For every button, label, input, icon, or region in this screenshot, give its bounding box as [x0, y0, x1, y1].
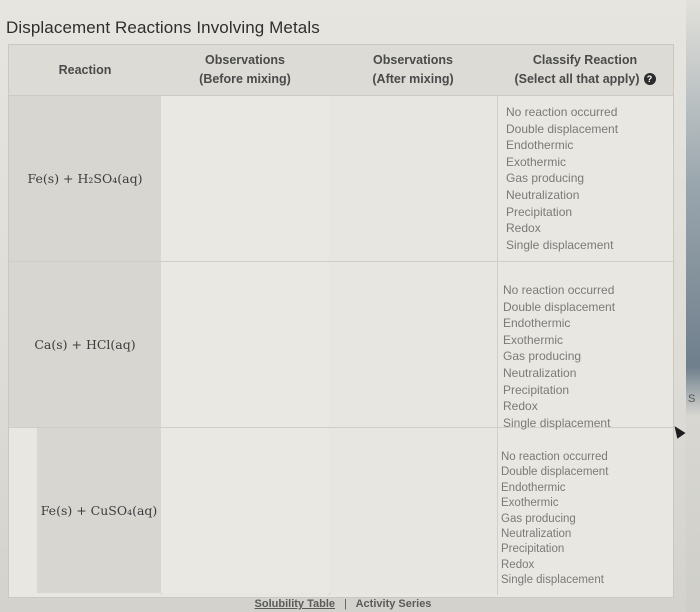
option-exothermic[interactable]: Exothermic [501, 496, 661, 511]
header-before-line2: (Before mixing) [199, 72, 291, 86]
option-gas-producing[interactable]: Gas producing [501, 512, 661, 527]
page-title: Displacement Reactions Involving Metals [6, 18, 320, 37]
header-classify-line1: Classify Reaction [532, 53, 638, 67]
reaction-cell: Ca(s) + HCl(aq) [9, 262, 161, 427]
header-reaction: Reaction [9, 45, 161, 95]
classify-options-list: No reaction occurred Double displacement… [501, 450, 661, 589]
activity-series-link[interactable]: Activity Series [356, 598, 432, 610]
option-neutralization[interactable]: Neutralization [501, 527, 661, 542]
option-precipitation[interactable]: Precipitation [506, 204, 666, 221]
screen: Displacement Reactions Involving Metals … [0, 0, 686, 612]
option-double-displacement[interactable]: Double displacement [506, 121, 666, 138]
reaction-equation: Ca(s) + HCl(aq) [34, 337, 136, 352]
observations-after-input[interactable] [329, 262, 497, 427]
observations-before-input[interactable] [161, 262, 329, 427]
option-redox[interactable]: Redox [506, 220, 666, 237]
option-double-displacement[interactable]: Double displacement [501, 465, 661, 480]
option-exothermic[interactable]: Exothermic [506, 154, 666, 171]
classify-options-list: No reaction occurred Double displacement… [506, 104, 666, 253]
option-redox[interactable]: Redox [503, 398, 663, 415]
reaction-cell: Fe(s) + H₂SO₄(aq) [9, 96, 161, 261]
question-circle-icon[interactable]: ? [643, 73, 656, 85]
option-precipitation[interactable]: Precipitation [503, 382, 663, 399]
option-no-reaction[interactable]: No reaction occurred [503, 282, 663, 299]
footer-links: Solubility Table | Activity Series [0, 598, 686, 610]
background-window-edge [686, 0, 700, 612]
option-redox[interactable]: Redox [501, 558, 661, 573]
option-neutralization[interactable]: Neutralization [506, 187, 666, 204]
table-header: Reaction Observations (Before mixing) Ob… [9, 45, 673, 96]
header-after-line1: Observations [373, 53, 453, 67]
option-endothermic[interactable]: Endothermic [501, 481, 661, 496]
reactions-table: Reaction Observations (Before mixing) Ob… [8, 44, 674, 598]
header-classify-line2: (Select all that apply) [514, 72, 640, 86]
option-no-reaction[interactable]: No reaction occurred [506, 104, 666, 121]
header-after-line2: (After mixing) [372, 72, 454, 86]
header-reaction-label: Reaction [58, 62, 112, 77]
option-neutralization[interactable]: Neutralization [503, 365, 663, 382]
classify-options-list: No reaction occurred Double displacement… [503, 282, 663, 431]
option-single-displacement[interactable]: Single displacement [501, 573, 661, 588]
observations-after-input[interactable] [329, 428, 497, 593]
observations-after-input[interactable] [329, 96, 497, 261]
reaction-equation: Fe(s) + CuSO₄(aq) [40, 503, 158, 518]
option-endothermic[interactable]: Endothermic [503, 315, 663, 332]
header-classify-line2-wrap: (Select all that apply)? [514, 70, 656, 89]
option-gas-producing[interactable]: Gas producing [506, 170, 666, 187]
option-no-reaction[interactable]: No reaction occurred [501, 450, 661, 465]
option-single-displacement[interactable]: Single displacement [506, 237, 666, 254]
reaction-equation: Fe(s) + H₂SO₄(aq) [27, 171, 143, 186]
header-observations-before: Observations (Before mixing) [161, 45, 329, 95]
option-exothermic[interactable]: Exothermic [503, 332, 663, 349]
background-window-letter: S [688, 393, 696, 405]
link-separator: | [344, 598, 347, 610]
solubility-table-link[interactable]: Solubility Table [255, 598, 335, 610]
table-row: Fe(s) + CuSO₄(aq) No reaction occurred D… [9, 428, 673, 593]
table-row: Ca(s) + HCl(aq) No reaction occurred Dou… [9, 262, 673, 431]
reaction-cell: Fe(s) + CuSO₄(aq) [37, 428, 161, 593]
observations-before-input[interactable] [161, 428, 329, 593]
option-precipitation[interactable]: Precipitation [501, 542, 661, 557]
header-observations-after: Observations (After mixing) [329, 45, 497, 95]
option-gas-producing[interactable]: Gas producing [503, 348, 663, 365]
option-endothermic[interactable]: Endothermic [506, 137, 666, 154]
observations-before-input[interactable] [161, 96, 329, 261]
table-row: Fe(s) + H₂SO₄(aq) No reaction occurred D… [9, 96, 673, 262]
header-before-line1: Observations [205, 53, 285, 67]
header-classify-reaction: Classify Reaction (Select all that apply… [497, 45, 673, 95]
option-double-displacement[interactable]: Double displacement [503, 299, 663, 316]
